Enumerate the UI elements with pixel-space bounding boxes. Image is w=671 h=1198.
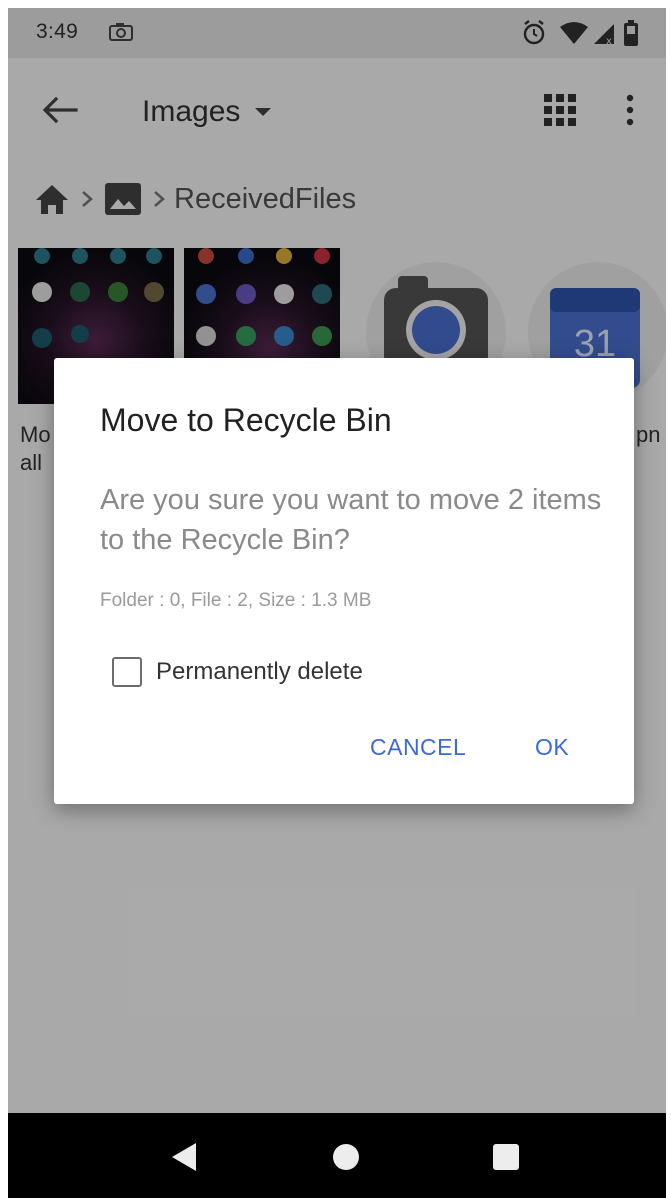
permanently-delete-option[interactable]: Permanently delete <box>112 654 363 690</box>
device-frame: 3:49 x Images ReceivedFiles 31 Mo all pn… <box>0 0 671 1198</box>
cancel-button[interactable]: CANCEL <box>370 734 466 761</box>
nav-recents-icon[interactable] <box>490 1141 522 1173</box>
screen: 3:49 x Images ReceivedFiles 31 Mo all pn… <box>8 8 666 1113</box>
move-to-recycle-bin-dialog: Move to Recycle Bin Are you sure you wan… <box>54 358 634 804</box>
dialog-title: Move to Recycle Bin <box>100 402 392 438</box>
permanently-delete-checkbox[interactable] <box>112 657 142 687</box>
nav-home-icon[interactable] <box>328 1139 364 1175</box>
ok-button[interactable]: OK <box>535 734 569 761</box>
checkbox-label: Permanently delete <box>156 658 363 685</box>
nav-back-icon[interactable] <box>166 1139 202 1175</box>
navigation-bar <box>8 1113 666 1198</box>
dialog-item-info: Folder : 0, File : 2, Size : 1.3 MB <box>100 590 372 611</box>
dialog-message: Are you sure you want to move 2 items to… <box>100 484 602 556</box>
